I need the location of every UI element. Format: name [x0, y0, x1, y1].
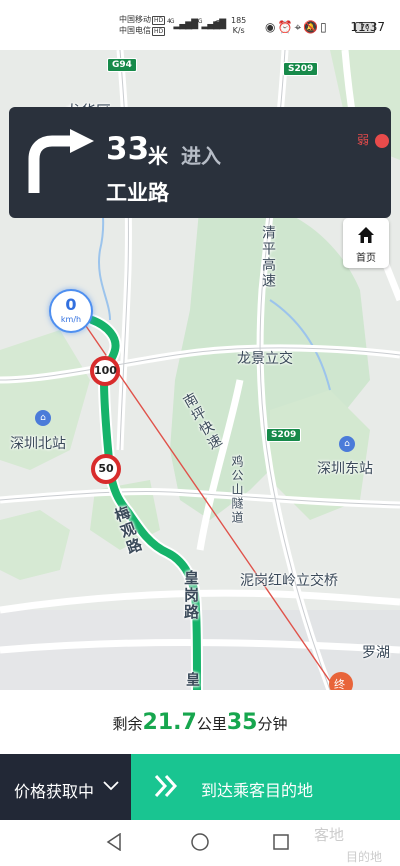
speed-limit-sign-50: 50 — [91, 454, 121, 484]
turn-action: 进入 — [181, 144, 221, 168]
home-button-label: 首页 — [356, 253, 376, 264]
interchange-label-longjing: 龙景立交 — [237, 351, 293, 367]
system-navigation-bar: 客地 目的地 — [0, 820, 400, 866]
status-icons: ◉⏰⌖🔕▯ — [265, 20, 329, 35]
gps-signal-indicator: 弱 — [357, 131, 389, 148]
arrive-button-label: 到达乘客目的地 — [201, 781, 314, 800]
train-station-icon: ⌂ — [339, 436, 355, 452]
current-speed-indicator: 0 km/h — [49, 289, 93, 333]
eye-icon: ◉ — [265, 20, 278, 34]
hd-badge: HD — [152, 27, 166, 36]
road-shield-g94: G94 — [107, 58, 137, 72]
remaining-time-unit: 分钟 — [257, 715, 288, 733]
double-chevron-right-icon — [154, 774, 178, 798]
current-speed-unit: km/h — [60, 315, 82, 324]
hd-badge: HD — [152, 16, 166, 25]
wifi-icon: ◠ — [213, 17, 224, 31]
clock: 11:37 — [350, 20, 385, 34]
train-station-icon: ⌂ — [35, 410, 51, 426]
gps-signal-icon — [374, 133, 389, 148]
carrier-1: 中国移动 — [119, 15, 151, 24]
road-shield-s209: S209 — [283, 62, 319, 76]
signal-icon-1: 4G▂▄▆█ — [167, 18, 198, 30]
road-label-huang: 皇 — [184, 672, 200, 688]
road-label-qingping: 清平高速 — [260, 225, 276, 289]
gps-signal-label: 弱 — [357, 133, 370, 147]
price-dropdown-button[interactable]: 价格获取中 — [0, 754, 131, 820]
alarm-icon: ⏰ — [277, 20, 295, 34]
vibrate-icon: ▯ — [320, 20, 329, 34]
district-label-luohu: 罗湖 — [362, 645, 390, 661]
destination-marker: 终 — [334, 678, 345, 690]
location-icon: ⌖ — [294, 20, 304, 34]
tunnel-label-jigong: 鸡公山隧道 — [230, 455, 244, 525]
ghost-overlay-text: 客地 — [314, 826, 345, 844]
arrive-destination-button[interactable]: 到达乘客目的地 — [131, 754, 400, 820]
back-icon[interactable] — [106, 833, 122, 851]
ghost-overlay-text: 目的地 — [346, 850, 383, 864]
home-icon — [358, 227, 374, 243]
turn-distance-unit: 米 — [148, 144, 168, 168]
recents-icon[interactable] — [272, 833, 290, 851]
turn-instruction-card: 33 米 进入 工业路 弱 — [9, 107, 391, 218]
speed-limit-sign-100: 100 — [90, 356, 120, 386]
turn-right-icon — [28, 129, 94, 193]
remaining-time: 35 — [226, 710, 258, 735]
mute-icon: 🔕 — [303, 20, 321, 34]
remaining-distance-unit: 公里 — [196, 715, 227, 733]
action-bar: 价格获取中 到达乘客目的地 — [0, 754, 400, 820]
next-road-name: 工业路 — [106, 181, 169, 205]
road-label-huanggang: 皇岗路 — [182, 570, 200, 621]
remaining-prefix: 剩余 — [112, 715, 143, 733]
chevron-down-icon — [103, 781, 119, 791]
status-bar: 中国移动 HD 中国电信 HD 4G▂▄▆█ 4G▂▄▆█ ◠ 185 K/s ◉⏰… — [0, 0, 400, 50]
home-button[interactable]: 首页 — [343, 218, 389, 268]
trip-remaining-panel: 剩余21.7公里35分钟 — [0, 690, 400, 754]
current-speed-value: 0 — [65, 295, 77, 314]
interchange-label-nigang: 泥岗红岭立交桥 — [240, 573, 338, 589]
network-speed: 185 K/s — [231, 16, 247, 35]
home-circle-icon[interactable] — [190, 832, 210, 852]
road-shield-s209-mid: S209 — [266, 428, 302, 442]
carrier-info: 中国移动 HD 中国电信 HD — [119, 14, 166, 36]
remaining-distance: 21.7 — [142, 710, 197, 735]
price-label: 价格获取中 — [14, 782, 95, 801]
poi-label-shenzhen-north: 深圳北站 — [10, 436, 66, 452]
carrier-2: 中国电信 — [119, 26, 151, 35]
turn-distance: 33 — [106, 131, 150, 167]
poi-label-shenzhen-east: 深圳东站 — [317, 461, 373, 477]
